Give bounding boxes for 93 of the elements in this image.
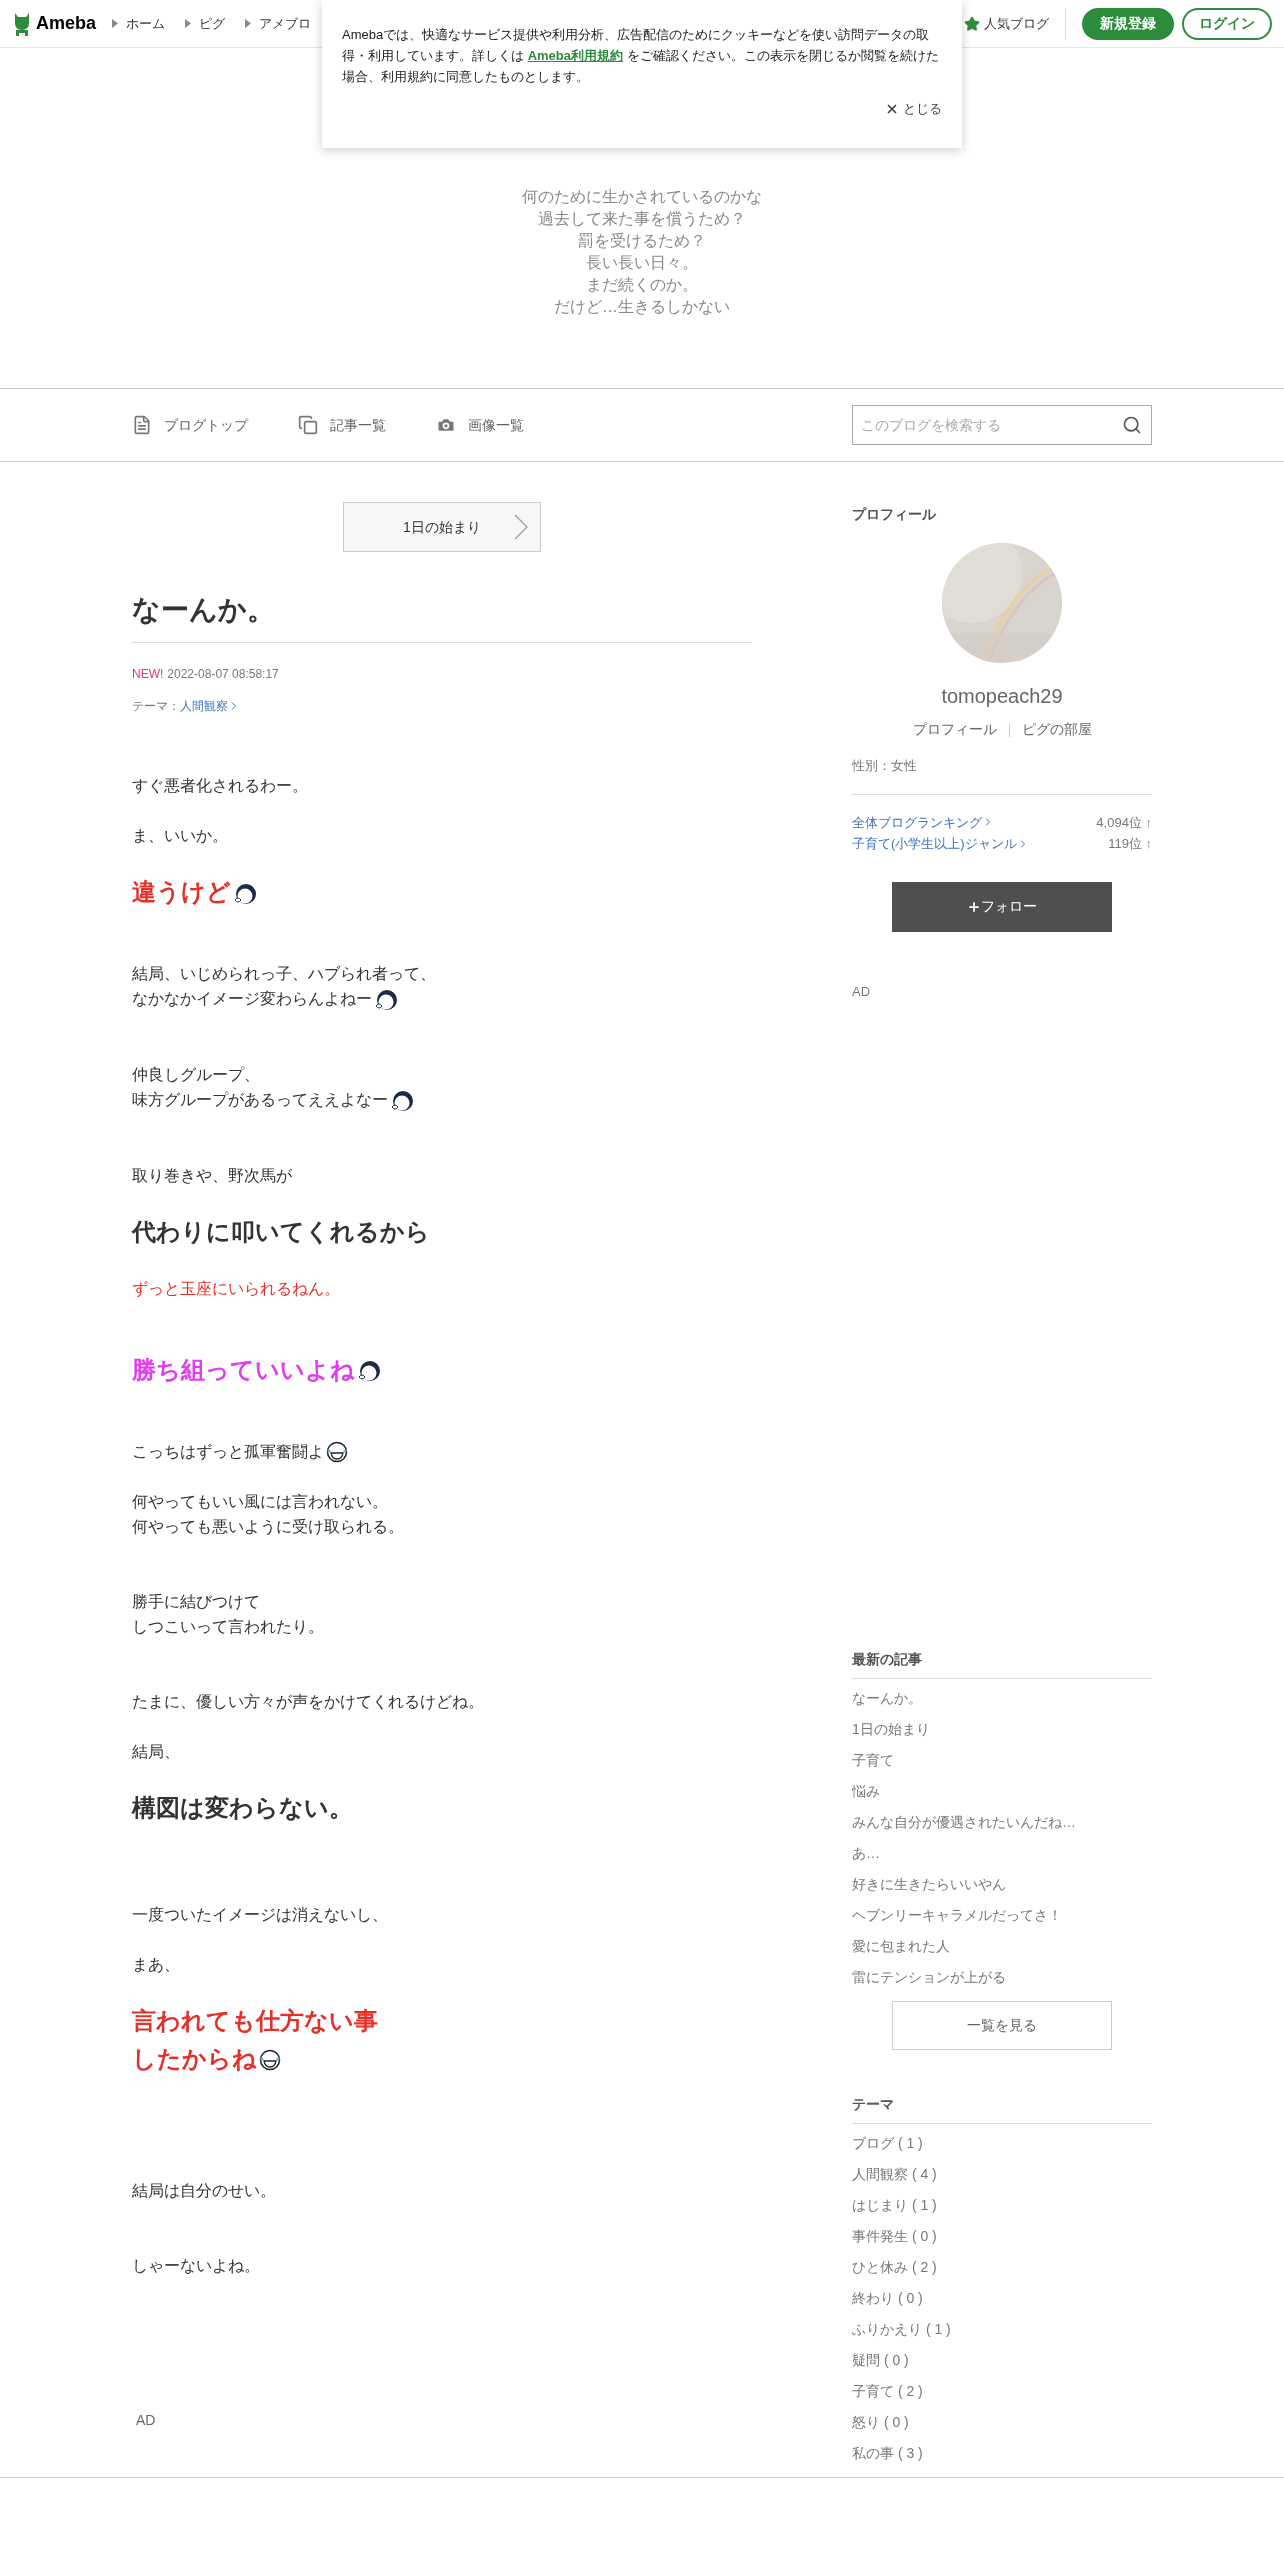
- article-paragraph: たまに、優しい方々が声をかけてくれるけどね。: [132, 1691, 485, 1712]
- article-paragraph: しゃーないよね。: [132, 2255, 261, 2276]
- theme-list-link[interactable]: 子育て ( 2 ): [852, 2376, 1152, 2407]
- cookie-notice-text: Amebaでは、快適なサービス提供や利用分析、広告配信のためにクッキーなどを使い訪問データの取得・利用しています。詳しくは Ameba利用規約 をご確認ください。この表示を閉じるか閲覧を続けた場合、利用規約に同意したものとします。: [342, 26, 940, 86]
- article-paragraph: 取り巻きや、野次馬が: [132, 1165, 293, 1186]
- article-paragraph: 結局は自分のせい。: [132, 2180, 277, 2201]
- article-paragraph: 言われても仕方ない事 したからね: [132, 2005, 379, 2074]
- article-paragraph: 勝ち組っていいよね: [132, 1350, 752, 1389]
- profile-link[interactable]: プロフィール: [912, 719, 997, 740]
- blog-description-line: 長い長い日々。: [586, 253, 698, 273]
- pigg-room-link[interactable]: ピグの部屋: [1021, 719, 1092, 740]
- article-paragraph: 代わりに叩いてくれるから: [132, 1216, 431, 1247]
- article-paragraph: こっちはずっと孤軍奮闘よ: [132, 1438, 752, 1464]
- blog-description-line: だけど…生きるしかない: [554, 297, 730, 317]
- article-paragraph: 勝手に結びつけて しつこいって言われたり。: [132, 1591, 325, 1637]
- article-paragraph: まあ、: [132, 1954, 181, 1975]
- recent-article-link[interactable]: ヘブンリーキャラメルだってさ！: [852, 1900, 1152, 1931]
- theme-list-link[interactable]: ふりかえり ( 1 ): [852, 2314, 1152, 2345]
- see-all-button[interactable]: 一覧を見る: [892, 2001, 1112, 2050]
- search-icon[interactable]: [1122, 415, 1142, 435]
- recent-article-link[interactable]: なーんか。: [852, 1683, 1152, 1714]
- post-date: 2022-08-07 08:58:17: [167, 666, 279, 683]
- plus-icon: [967, 899, 981, 914]
- theme-heading: テーマ: [852, 2094, 1152, 2124]
- recent-article-link[interactable]: 悩み: [852, 1776, 1152, 1807]
- ranking-link[interactable]: 子育て(小学生以上)ジャンル: [852, 834, 1029, 854]
- article-paragraph: 違うけど: [132, 873, 752, 911]
- ad-label: AD: [136, 2410, 157, 2430]
- document-icon: [132, 415, 152, 435]
- recent-article-link[interactable]: 好きに生きたらいいやん: [852, 1869, 1152, 1900]
- blog-description-line: まだ続くのか。: [586, 275, 698, 295]
- article-paragraph: 結局、: [132, 1741, 181, 1762]
- breadcrumb-link[interactable]: ホーム: [112, 13, 166, 34]
- recent-article-link[interactable]: 愛に包まれた人: [852, 1931, 1152, 1962]
- theme-link[interactable]: 人間観察: [180, 697, 240, 715]
- recent-article-link[interactable]: 雷にテンションが上がる: [852, 1962, 1152, 1993]
- username: tomopeach29: [941, 684, 1063, 709]
- breadcrumb-link[interactable]: ピグ: [185, 13, 226, 34]
- theme-label: テーマ：: [132, 698, 180, 715]
- blog-nav-tab[interactable]: 記事一覧: [298, 414, 386, 436]
- profile-heading: プロフィール: [852, 505, 937, 524]
- blog-nav-tab[interactable]: 画像一覧: [436, 414, 524, 436]
- blog-description-line: 過去して来た事を償うため？: [538, 209, 746, 229]
- triangle-icon: [185, 19, 192, 28]
- chevron-right-icon: [514, 514, 528, 540]
- theme-list-link[interactable]: 私の事 ( 3 ): [852, 2438, 1152, 2469]
- article-paragraph: ま、いいか。: [132, 826, 229, 846]
- blog-description-line: 何のために生かされているのかな: [522, 187, 762, 207]
- signup-button[interactable]: 新規登録: [1082, 7, 1174, 40]
- article-paragraph: 一度ついたイメージは消えないし、: [132, 1904, 389, 1925]
- ranking-value: 119位 ↑: [1108, 835, 1152, 853]
- laughing-emoji-icon: [326, 1441, 348, 1464]
- theme-list-link[interactable]: 終わり ( 0 ): [852, 2283, 1152, 2314]
- blog-nav-tab[interactable]: ブログトップ: [132, 414, 248, 436]
- blog-search-field[interactable]: このブログを検索する: [852, 405, 1152, 445]
- ranking-value: 4,094位 ↑: [1096, 813, 1152, 832]
- theme-list-link[interactable]: 事件発生 ( 0 ): [852, 2221, 1152, 2252]
- recent-article-link[interactable]: みんな自分が優遇されたいんだね…: [852, 1807, 1152, 1838]
- theme-list-link[interactable]: ブログ ( 1 ): [852, 2128, 1152, 2159]
- article-paragraph: 結局、いじめられっ子、ハブられ者って、 なかなかイメージ変わらんよねー: [132, 961, 752, 1012]
- triangle-icon: [112, 19, 119, 28]
- article-title: なーんか。: [132, 590, 752, 643]
- theme-list-link[interactable]: 人間観察 ( 4 ): [852, 2159, 1152, 2190]
- close-button[interactable]: とじる: [885, 99, 942, 119]
- theme-list-link[interactable]: はじまり ( 1 ): [852, 2190, 1152, 2221]
- new-label: NEW!: [132, 666, 164, 683]
- next-article-button[interactable]: 1日の始まり: [343, 502, 541, 552]
- article-paragraph: 何やってもいい風には言われない。 何やっても悪いように受け取られる。: [132, 1491, 405, 1537]
- ameba-logo[interactable]: Ameba: [12, 10, 97, 37]
- copy-icon: [298, 415, 318, 435]
- terms-link[interactable]: Ameba利用規約: [527, 48, 623, 63]
- recent-article-link[interactable]: 1日の始まり: [852, 1714, 1152, 1745]
- recent-article-link[interactable]: 子育て: [852, 1745, 1152, 1776]
- theme-list-link[interactable]: 疑問 ( 0 ): [852, 2345, 1152, 2376]
- follow-button[interactable]: フォロー: [892, 881, 1112, 932]
- article-paragraph: すぐ悪者化されるわー。: [132, 776, 309, 796]
- laughing-emoji-icon: [259, 2049, 281, 2072]
- star-icon: [964, 15, 980, 32]
- login-button[interactable]: ログイン: [1182, 7, 1272, 40]
- article-paragraph: 構図は変わらない。: [132, 1792, 354, 1823]
- triangle-icon: [245, 19, 252, 28]
- recent-article-link[interactable]: あ…: [852, 1838, 1152, 1869]
- theme-list-link[interactable]: 怒り ( 0 ): [852, 2407, 1152, 2438]
- popular-blog-link[interactable]: 人気ブログ: [964, 7, 1066, 40]
- article-paragraph: ずっと玉座にいられるねん。: [132, 1278, 341, 1299]
- ranking-link[interactable]: 全体ブログランキング: [852, 812, 994, 832]
- blog-description-line: 罰を受けるため？: [578, 231, 706, 251]
- breadcrumb-link[interactable]: アメブロ: [245, 13, 312, 34]
- theme-list-link[interactable]: ひと休み ( 2 ): [852, 2252, 1152, 2283]
- ad-label: AD: [852, 982, 872, 1001]
- article-paragraph: 仲良しグループ、 味方グループがあるってええよなー: [132, 1061, 752, 1113]
- gender-text: 性別：女性: [852, 756, 1152, 795]
- recent-articles-heading: 最新の記事: [852, 1649, 1152, 1679]
